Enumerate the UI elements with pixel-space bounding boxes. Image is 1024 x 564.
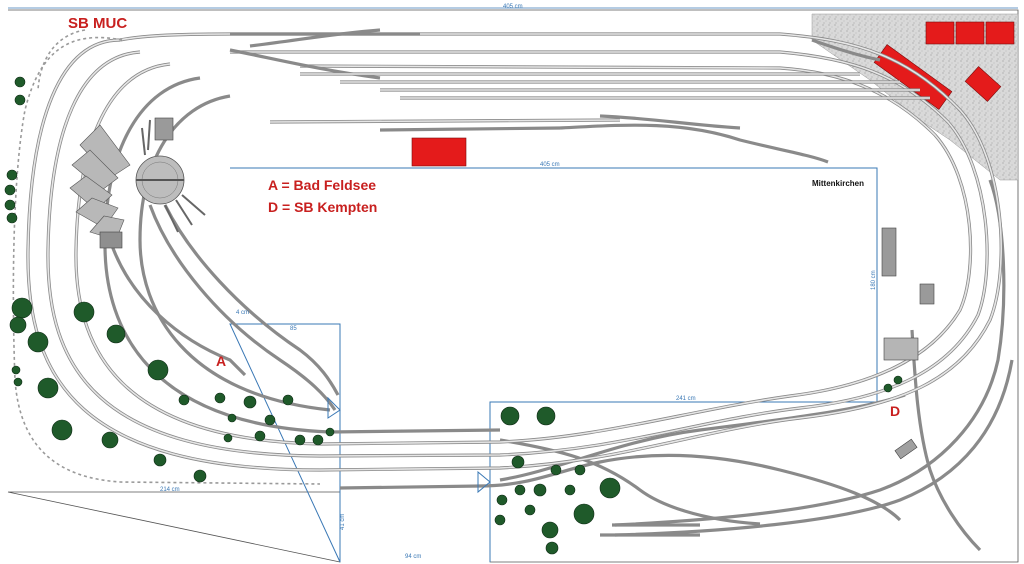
label-sb-muc: SB MUC — [68, 15, 127, 32]
layout-plan: 405 cm 405 cm 180 cm 241 cm 4 cm 85 214 … — [4, 4, 1019, 563]
dim-inner-left: 4 cm — [236, 310, 249, 316]
station-yard — [229, 28, 930, 164]
marker-d: D — [890, 403, 900, 419]
roundhouse — [69, 117, 206, 249]
hidden-track-left-2 — [37, 29, 86, 91]
building-center — [411, 137, 467, 167]
dim-notch-side: 41 cm — [340, 514, 346, 530]
dim-bottom-notch: 94 cm — [405, 554, 421, 560]
marker-a: A — [216, 353, 226, 369]
dim-lower-mid: 241 cm — [676, 396, 696, 402]
dim-inner-right: 180 cm — [871, 270, 877, 290]
inner-cutout — [229, 167, 878, 563]
dim-bottom-left: 214 cm — [160, 487, 180, 493]
main-loops — [26, 32, 1014, 552]
building-top-1 — [925, 21, 955, 45]
station-buildings — [881, 227, 935, 460]
dim-top: 405 cm — [503, 4, 523, 10]
legend-a: A = Bad Feldsee — [268, 177, 376, 193]
building-top-3 — [985, 21, 1015, 45]
legend-d: D = SB Kempten — [268, 199, 377, 215]
dim-inner-small: 85 — [290, 326, 297, 332]
station-name: Mittenkirchen — [812, 179, 864, 188]
building-top-2 — [955, 21, 985, 45]
dim-inner-top: 405 cm — [540, 162, 560, 168]
